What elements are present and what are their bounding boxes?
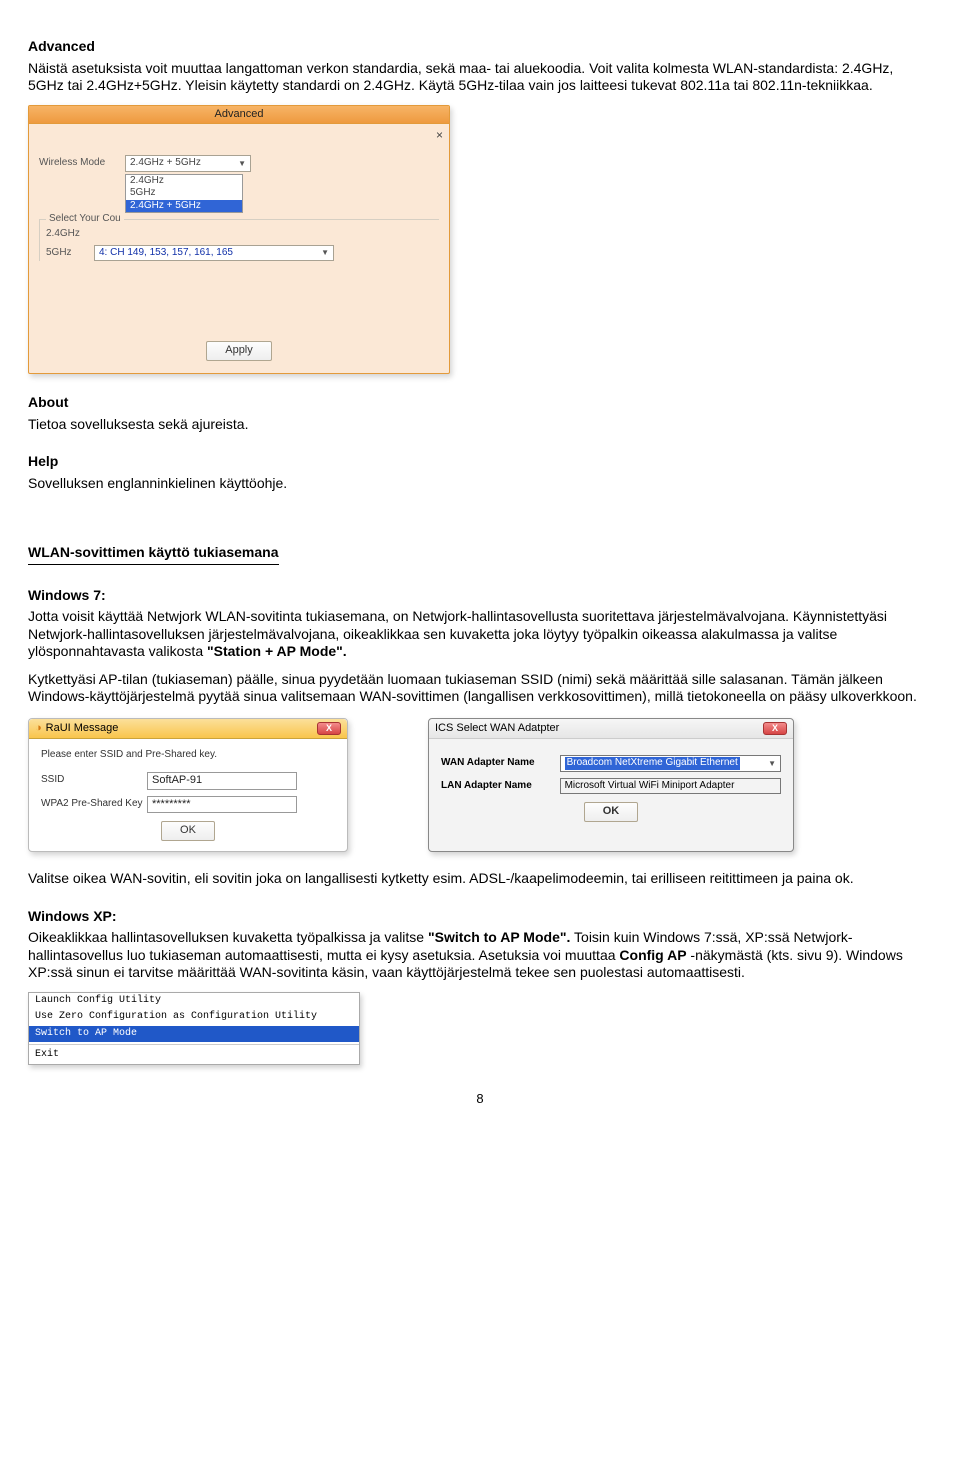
wireless-mode-options[interactable]: 2.4GHz 5GHz 2.4GHz + 5GHz (125, 174, 243, 214)
page-number: 8 (28, 1091, 932, 1107)
channel-value: 4: CH 149, 153, 157, 161, 165 (99, 247, 233, 260)
advanced-desc: Näistä asetuksista voit muuttaa langatto… (28, 60, 932, 95)
help-desc: Sovelluksen englanninkielinen käyttöohje… (28, 475, 932, 493)
xp-menu-zero-config[interactable]: Use Zero Configuration as Configuration … (29, 1009, 359, 1026)
raui-message-dialog: ◑RaUI Message X Please enter SSID and Pr… (28, 718, 348, 853)
wireless-mode-value: 2.4GHz + 5GHz (130, 157, 201, 170)
advanced-dialog: Advanced × Wireless Mode 2.4GHz + 5GHz ▼… (28, 105, 450, 375)
wan-adapter-value: Broadcom NetXtreme Gigabit Ethernet (565, 757, 740, 770)
windowsxp-heading: Windows XP: (28, 908, 932, 926)
wpa2-input[interactable]: ********* (147, 796, 297, 814)
windows7-para1: Jotta voisit käyttää Netwjork WLAN-sovit… (28, 608, 932, 661)
ics-ok-button[interactable]: OK (584, 802, 639, 822)
wireless-mode-select[interactable]: 2.4GHz + 5GHz ▼ (125, 155, 251, 172)
advanced-heading: Advanced (28, 38, 932, 56)
wan-adapter-label: WAN Adapter Name (441, 757, 560, 770)
close-icon[interactable]: X (317, 722, 341, 735)
xp-menu-exit[interactable]: Exit (29, 1047, 359, 1064)
ssid-input[interactable]: SoftAP-91 (147, 772, 297, 790)
raui-ok-button[interactable]: OK (161, 821, 215, 841)
lan-adapter-label: LAN Adapter Name (441, 780, 560, 793)
chevron-down-icon: ▼ (321, 248, 329, 258)
about-heading: About (28, 394, 932, 412)
label-5ghz: 5GHz (46, 247, 94, 260)
windowsxp-para: Oikeaklikkaa hallintasovelluksen kuvaket… (28, 929, 932, 982)
wlan-ap-heading: WLAN-sovittimen käyttö tukiasemana (28, 544, 279, 565)
option-24ghz[interactable]: 2.4GHz (126, 175, 242, 188)
ssid-label: SSID (41, 774, 147, 787)
channel-select[interactable]: 4: CH 149, 153, 157, 161, 165 ▼ (94, 245, 334, 262)
apply-button[interactable]: Apply (206, 341, 272, 361)
xp-menu-switch-ap[interactable]: Switch to AP Mode (29, 1026, 359, 1043)
chevron-down-icon: ▼ (238, 159, 246, 169)
wan-adapter-select[interactable]: Broadcom NetXtreme Gigabit Ethernet ▼ (560, 755, 781, 772)
option-5ghz[interactable]: 5GHz (126, 187, 242, 200)
label-24ghz: 2.4GHz (46, 228, 94, 241)
windows7-para1-bold: "Station + AP Mode". (207, 643, 347, 659)
option-combo[interactable]: 2.4GHz + 5GHz (126, 200, 242, 213)
close-icon[interactable]: X (763, 722, 787, 735)
country-fieldset: 2.4GHz 5GHz 4: CH 149, 153, 157, 161, 16… (39, 219, 439, 261)
raui-message: Please enter SSID and Pre-Shared key. (41, 749, 335, 762)
post-dialog-para: Valitse oikea WAN-sovitin, eli sovitin j… (28, 870, 932, 888)
xp-menu-launch-config[interactable]: Launch Config Utility (29, 993, 359, 1010)
windows7-para2: Kytkettyäsi AP-tilan (tukiaseman) päälle… (28, 671, 932, 706)
chevron-down-icon: ▼ (768, 759, 776, 769)
app-icon: ◑ (35, 722, 42, 734)
advanced-dialog-title: Advanced (29, 106, 449, 125)
wireless-mode-label: Wireless Mode (39, 157, 125, 170)
raui-title: ◑RaUI Message (35, 722, 118, 736)
ics-title: ICS Select WAN Adatpter (435, 722, 559, 736)
lan-adapter-value: Microsoft Virtual WiFi Miniport Adapter (560, 778, 781, 795)
help-heading: Help (28, 453, 932, 471)
about-desc: Tietoa sovelluksesta sekä ajureista. (28, 416, 932, 434)
menu-separator (29, 1044, 359, 1045)
close-icon[interactable]: × (29, 124, 449, 143)
ics-select-wan-dialog: ICS Select WAN Adatpter X WAN Adapter Na… (428, 718, 794, 853)
xp-context-menu[interactable]: Launch Config Utility Use Zero Configura… (28, 992, 360, 1065)
windows7-heading: Windows 7: (28, 587, 932, 605)
wpa2-label: WPA2 Pre-Shared Key (41, 798, 147, 811)
windows7-para1-text: Jotta voisit käyttää Netwjork WLAN-sovit… (28, 608, 887, 659)
